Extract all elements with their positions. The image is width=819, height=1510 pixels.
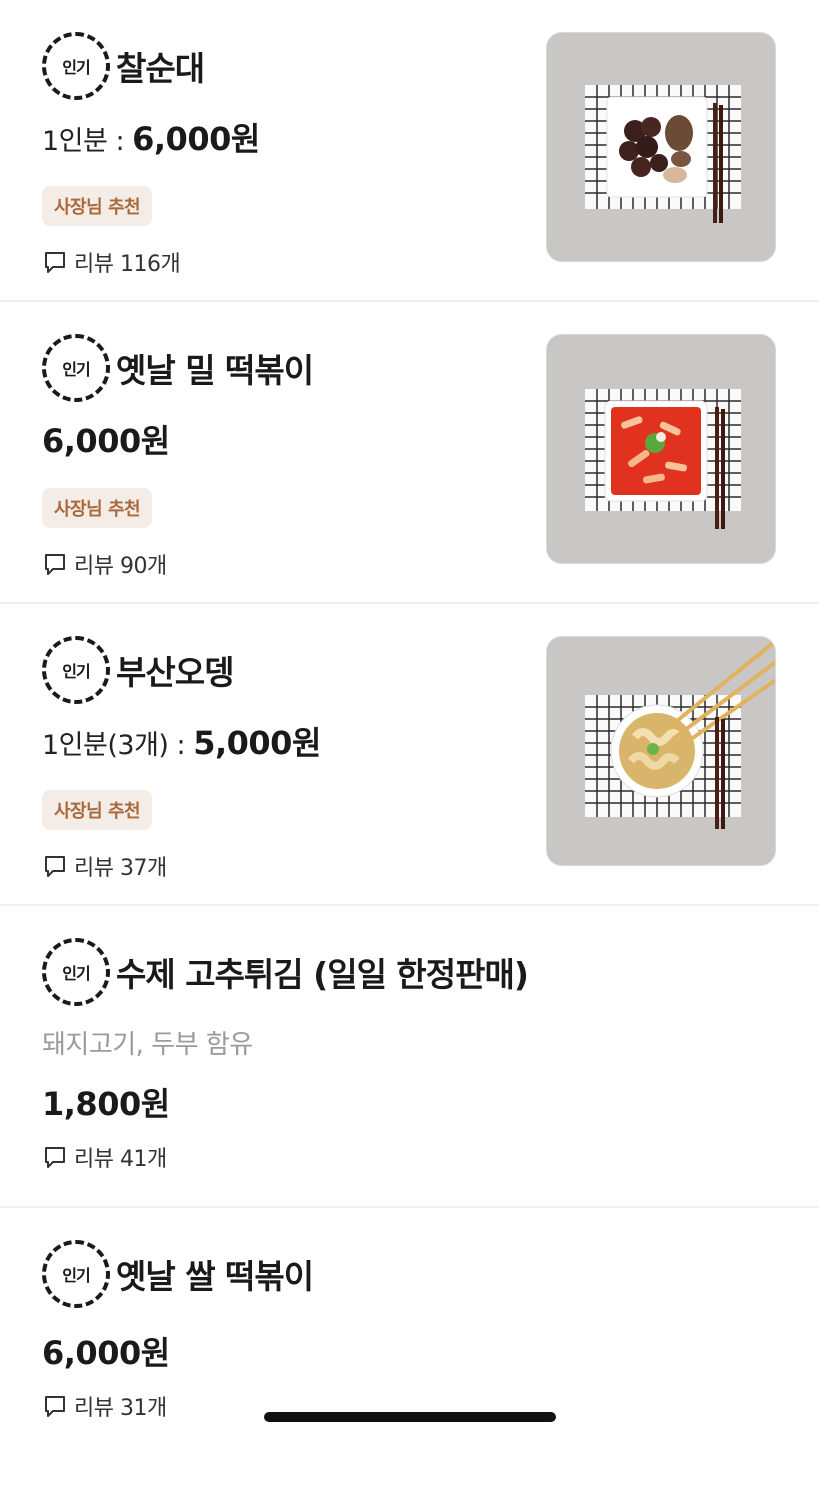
menu-item-title-row: 인기 옛날 쌀 떡볶이 xyxy=(42,1240,779,1308)
speech-bubble-icon xyxy=(45,252,65,273)
review-count: 리뷰 116개 xyxy=(42,246,529,278)
review-count: 리뷰 41개 xyxy=(42,1141,779,1173)
chopstick xyxy=(715,717,719,829)
popular-badge: 인기 xyxy=(42,334,110,402)
chopstick xyxy=(715,407,719,529)
menu-item-info: 인기 옛날 밀 떡볶이 6,000원 사장님 추천 리뷰 90개 xyxy=(42,334,529,580)
menu-item-description: 돼지고기, 두부 함유 xyxy=(42,1030,253,1060)
menu-item-title-row: 인기 수제 고추튀김 (일일 한정판매) xyxy=(42,938,779,1006)
menu-item-price-row: 6,000원 xyxy=(42,1330,779,1376)
portion-label: 1인분 : xyxy=(42,126,133,157)
review-count-label: 리뷰 37개 xyxy=(74,856,167,881)
chopstick xyxy=(721,409,725,529)
menu-item-name: 부산오뎅 xyxy=(116,653,234,692)
menu-item-name: 찰순대 xyxy=(116,49,205,88)
menu-item-price-row: 1인분 : 6,000원 xyxy=(42,116,529,162)
owner-recommend-badge: 사장님 추천 xyxy=(42,790,153,830)
popular-badge: 인기 xyxy=(42,636,110,704)
menu-item-price: 5,000원 xyxy=(193,724,321,762)
speech-bubble-icon xyxy=(45,1147,65,1168)
menu-item-price-row: 1,800원 xyxy=(42,1081,779,1127)
chopstick xyxy=(719,105,723,223)
menu-item-price: 1,800원 xyxy=(42,1085,170,1123)
menu-item-title-row: 인기 찰순대 xyxy=(42,32,529,100)
sundae-plate-photo[interactable] xyxy=(546,32,776,262)
chopstick xyxy=(721,719,725,829)
menu-item[interactable]: 인기 수제 고추튀김 (일일 한정판매) 돼지고기, 두부 함유 1,800원 … xyxy=(0,906,819,1208)
speech-bubble-icon xyxy=(45,856,65,877)
menu-item-price: 6,000원 xyxy=(42,1334,170,1372)
menu-item-info: 인기 찰순대 1인분 : 6,000원 사장님 추천 리뷰 116개 xyxy=(42,32,529,278)
review-count-label: 리뷰 90개 xyxy=(74,554,167,579)
review-count: 리뷰 37개 xyxy=(42,850,529,882)
menu-item[interactable]: 인기 옛날 쌀 떡볶이 6,000원 리뷰 31개 xyxy=(0,1208,819,1510)
menu-item-title-row: 인기 옛날 밀 떡볶이 xyxy=(42,334,529,402)
sundae-plate-illustration xyxy=(547,33,775,261)
menu-item-info: 인기 부산오뎅 1인분(3개) : 5,000원 사장님 추천 리뷰 37개 xyxy=(42,636,529,882)
popular-badge: 인기 xyxy=(42,32,110,100)
menu-item[interactable]: 인기 옛날 밀 떡볶이 6,000원 사장님 추천 리뷰 90개 xyxy=(0,302,819,604)
tteokbokki-bowl-photo[interactable] xyxy=(546,334,776,564)
popular-badge: 인기 xyxy=(42,938,110,1006)
chopstick xyxy=(713,103,717,223)
home-indicator[interactable] xyxy=(264,1412,556,1422)
menu-item-name: 옛날 밀 떡볶이 xyxy=(116,351,314,390)
fishcake-illustration xyxy=(547,637,775,865)
owner-recommend-badge: 사장님 추천 xyxy=(42,186,153,226)
menu-list: 인기 찰순대 1인분 : 6,000원 사장님 추천 리뷰 116개 인기 옛날… xyxy=(0,0,819,1510)
menu-item-price-row: 6,000원 xyxy=(42,418,529,464)
menu-item[interactable]: 인기 찰순대 1인분 : 6,000원 사장님 추천 리뷰 116개 xyxy=(0,0,819,302)
menu-item-price: 6,000원 xyxy=(132,120,260,158)
owner-recommend-badge: 사장님 추천 xyxy=(42,488,153,528)
speech-bubble-icon xyxy=(45,554,65,575)
menu-item-price: 6,000원 xyxy=(42,422,170,460)
review-count-label: 리뷰 116개 xyxy=(74,252,181,277)
menu-item-info: 인기 수제 고추튀김 (일일 한정판매) 돼지고기, 두부 함유 1,800원 … xyxy=(42,938,779,1173)
popular-badge: 인기 xyxy=(42,1240,110,1308)
menu-item-name: 수제 고추튀김 (일일 한정판매) xyxy=(116,955,529,994)
menu-item-price-row: 1인분(3개) : 5,000원 xyxy=(42,720,529,766)
fishcake-skewer-photo[interactable] xyxy=(546,636,776,866)
menu-item-info: 인기 옛날 쌀 떡볶이 6,000원 리뷰 31개 xyxy=(42,1240,779,1422)
portion-label: 1인분(3개) : xyxy=(42,730,194,761)
tteokbokki-illustration xyxy=(547,335,775,563)
menu-item[interactable]: 인기 부산오뎅 1인분(3개) : 5,000원 사장님 추천 리뷰 37개 xyxy=(0,604,819,906)
speech-bubble-icon xyxy=(45,1396,65,1417)
review-count: 리뷰 90개 xyxy=(42,548,529,580)
menu-item-title-row: 인기 부산오뎅 xyxy=(42,636,529,704)
review-count-label: 리뷰 41개 xyxy=(74,1147,167,1172)
menu-item-name: 옛날 쌀 떡볶이 xyxy=(116,1257,314,1296)
review-count-label: 리뷰 31개 xyxy=(74,1396,167,1421)
